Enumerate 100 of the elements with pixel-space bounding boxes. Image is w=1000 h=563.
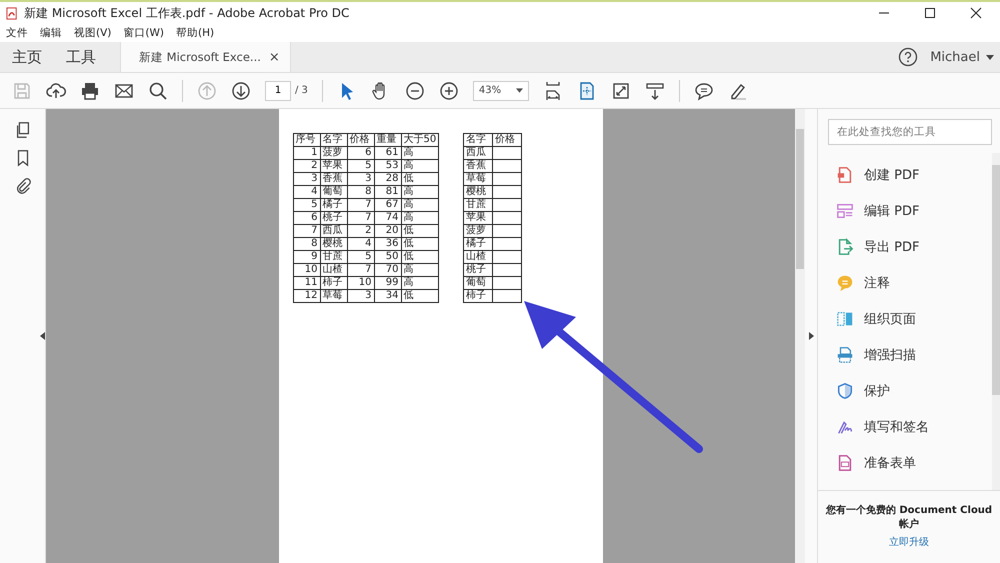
table-header-cell: 名字 [464,134,493,146]
pdf-file-icon [6,6,19,20]
tool-item[interactable]: 创建 PDF [818,157,992,193]
zoom-out-icon[interactable] [404,80,425,100]
table-cell: 81 [374,186,401,198]
table-cell: 4 [347,238,374,250]
table-header-cell: 重量 [374,134,401,146]
table-cell: 苹果 [320,160,347,172]
close-icon[interactable] [970,7,982,19]
table-cell: 高 [401,160,439,172]
tool-item[interactable]: 注释 [818,265,992,301]
table-cell: 61 [374,146,401,160]
ruler-down-icon[interactable] [644,80,665,100]
menu-item[interactable]: 帮助(H) [176,26,214,40]
user-name[interactable]: Michael [930,50,980,64]
table-cell: 高 [401,198,439,212]
table-cell: 1 [293,146,320,160]
page-number-field[interactable]: 1 [265,80,291,100]
table-cell: 5 [347,250,374,264]
table-cell: 34 [374,290,401,302]
table-cell: 3 [347,172,374,186]
menu-item[interactable]: 视图(V) [74,26,112,40]
table-cell: 橘子 [320,198,347,212]
table-cell: 6 [293,212,320,224]
search-icon[interactable] [148,80,168,100]
table-cell: 香蕉 [464,160,493,172]
nav-tab[interactable]: 工具 [54,42,108,72]
table-cell: 甘蔗 [320,250,347,264]
table-cell: 6 [347,146,374,160]
tool-item[interactable]: 准备表单 [818,445,992,481]
table-cell: 7 [347,212,374,224]
table-cell: 桃子 [464,264,493,276]
table-cell: 西瓜 [320,224,347,238]
table-cell: 3 [293,172,320,186]
table-header-cell: 名字 [320,134,347,146]
table-cell: 苹果 [464,212,493,224]
scrollbar-thumb[interactable] [992,165,1000,395]
tool-item[interactable]: 填写和签名 [818,409,992,445]
zoom-in-icon[interactable] [438,80,459,100]
table-cell: 9 [293,250,320,264]
window-title: 新建 Microsoft Excel 工作表.pdf - Adobe Acrobat Pro DC [24,4,350,22]
table-header-cell: 序号 [293,134,320,146]
scrollbar-thumb[interactable] [796,129,804,269]
help-icon[interactable] [898,47,918,67]
table-cell: 高 [401,276,439,290]
table-cell: 7 [347,264,374,276]
table-cell: 20 [374,224,401,238]
table-cell: 67 [374,198,401,212]
table-cell: 50 [374,250,401,264]
comment-icon[interactable] [694,80,714,100]
tool-item[interactable]: 导出 PDF [818,229,992,265]
arrow-down-circle-icon[interactable] [231,80,251,100]
table-cell: 2 [293,160,320,172]
table-cell: 桃子 [320,212,347,224]
table-cell: 5 [293,198,320,212]
table-cell: 7 [293,224,320,238]
table-cell: 10 [347,276,374,290]
nav-tab[interactable]: 主页 [0,42,54,72]
table-cell: 74 [374,212,401,224]
tool-search-field[interactable]: 在此处查找您的工具 [828,119,992,145]
table-cell: 山楂 [320,264,347,276]
table-cell: 低 [401,290,439,302]
document-tab[interactable]: 新建 Microsoft Exce... × [120,42,291,72]
table-cell: 樱桃 [320,238,347,250]
zoom-dropdown[interactable]: 43% [472,80,529,100]
tool-item[interactable]: 组织页面 [818,301,992,337]
table-cell: 5 [347,160,374,172]
table-cell: 53 [374,160,401,172]
full-screen-icon[interactable] [610,80,631,100]
print-icon[interactable] [80,80,100,100]
table-cell: 柿子 [320,276,347,290]
tool-item[interactable]: 保护 [818,373,992,409]
table-cell: 低 [401,238,439,250]
caret-icon[interactable] [986,54,994,60]
table-cell: 草莓 [464,172,493,186]
upgrade-link[interactable]: 立即升级 [889,535,929,549]
menu-item[interactable]: 编辑 [40,26,62,40]
caret-icon[interactable] [516,88,523,93]
menu-item[interactable]: 窗口(W) [123,26,164,40]
table-cell: 西瓜 [464,146,493,160]
page-total: / 3 [295,85,308,96]
cloud-upload-icon[interactable] [46,80,66,100]
table-cell: 高 [401,186,439,198]
table-cell: 高 [401,264,439,276]
table-cell: 菠萝 [464,224,493,238]
table-cell: 山楂 [464,250,493,264]
maximize-icon[interactable] [924,7,936,19]
table-cell: 高 [401,212,439,224]
table-cell: 香蕉 [320,172,347,186]
menu-item[interactable]: 文件 [6,26,28,40]
tool-item[interactable]: 编辑 PDF [818,193,992,229]
table-cell: 10 [293,264,320,276]
upgrade-message: 您有一个免费的 Document Cloud 帐户 [824,504,994,531]
table-header-cell: 价格 [347,134,374,146]
table-cell: 4 [293,186,320,198]
table-cell: 99 [374,276,401,290]
table-cell: 3 [347,290,374,302]
tab-close-button[interactable]: × [268,50,280,64]
table-header-cell: 大于50 [401,134,439,146]
tool-item[interactable]: 增强扫描 [818,337,992,373]
